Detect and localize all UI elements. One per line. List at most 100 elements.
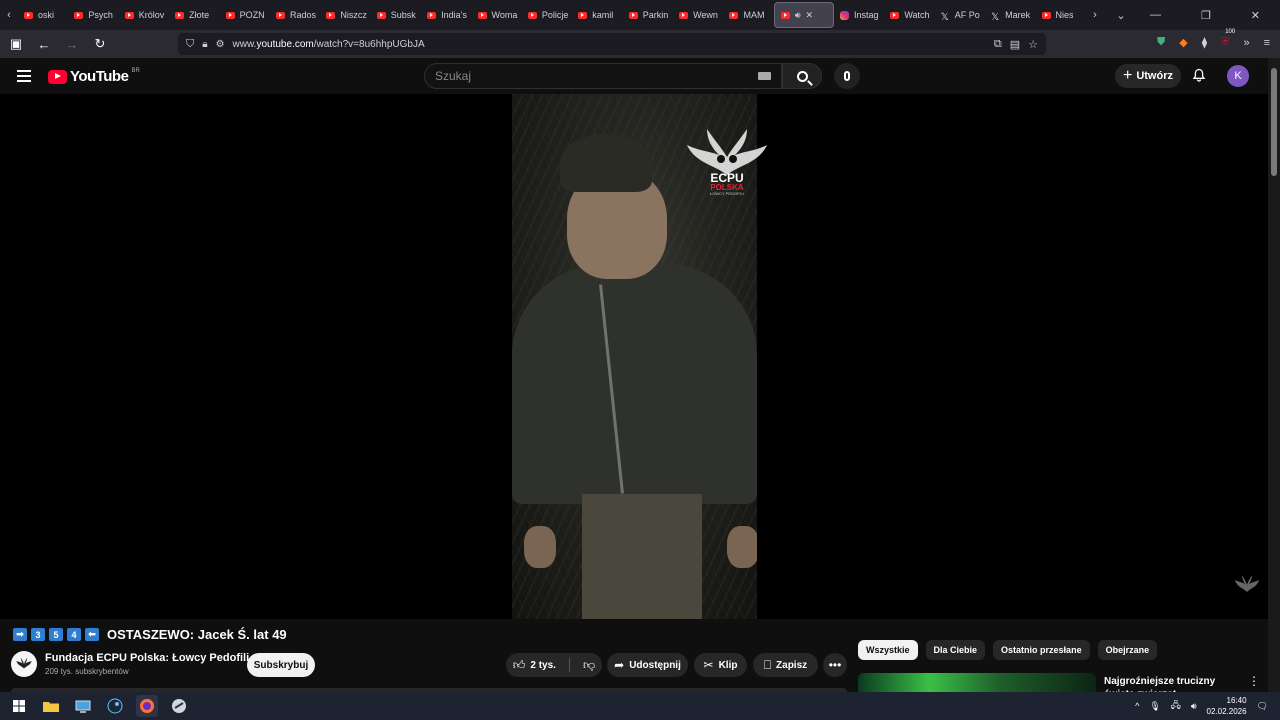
voice-search-button[interactable] [834,63,860,89]
reader-view-icon[interactable]: ▤ [1010,38,1020,51]
like-count[interactable]: 2 tys. [530,660,556,671]
channel-watermark-icon[interactable] [1234,574,1260,596]
browser-tab[interactable]: Złote [169,2,219,28]
subscriber-count: 209 tys. subskrybentów [45,667,129,676]
tracking-shield-icon[interactable]: ⛉ [186,38,194,51]
network-icon[interactable]: 🖧︎ [1171,698,1181,714]
browser-tab[interactable]: 𝕏 Marek [985,2,1035,28]
account-avatar[interactable]: K [1227,65,1249,87]
volume-icon[interactable]: 🔊︎ [1191,701,1197,712]
browser-tab[interactable]: 🔊︎ ✕ [773,2,834,28]
tab-list-dropdown-icon[interactable]: ⌄ [1112,0,1130,30]
extension-badge: 100 [1225,29,1236,35]
youtube-logo[interactable]: YouTube BR [48,68,140,85]
speaker-icon[interactable]: 🔊︎ [795,10,801,21]
scrollbar-thumb[interactable] [1271,68,1277,176]
notifications-bell-icon[interactable] [1192,68,1206,82]
browser-tab[interactable]: kamil [572,2,622,28]
browser-tab[interactable]: MAM [723,2,773,28]
chip-recently-uploaded[interactable]: Ostatnio przesłane [993,640,1090,660]
browser-tab[interactable]: India's [421,2,471,28]
page-scrollbar[interactable] [1268,58,1280,692]
notifications-icon[interactable]: 🗨︎ [1257,701,1268,712]
tabs-scroll-right-icon[interactable]: › [1086,0,1104,30]
youtube-icon [24,11,33,19]
url-text[interactable]: www.youtube.com/watch?v=8u6hhpUGbJA [233,39,425,50]
address-bar[interactable]: ⛉ 🔒︎ ⚙ www.youtube.com/watch?v=8u6hhpUGb… [178,33,1046,55]
chip-for-you[interactable]: Dla Ciebie [925,640,986,660]
create-button[interactable]: + Utwórz [1115,64,1181,88]
browser-tab[interactable]: Watch [884,2,934,28]
chip-all[interactable]: Wszystkie [858,640,918,660]
person-right-hand [727,526,757,568]
browser-tab[interactable]: Instag [834,2,884,28]
chip-watched[interactable]: Obejrzane [1097,640,1158,660]
back-icon[interactable]: ← [36,36,52,52]
recommendation-thumbnail[interactable] [858,673,1096,692]
permissions-icon[interactable]: ⚙ [216,39,225,50]
file-explorer-icon[interactable] [40,695,62,717]
browser-tab[interactable]: Niszcz [320,2,370,28]
picture-in-picture-icon[interactable]: ⧉ [994,38,1002,51]
computer-icon[interactable] [72,695,94,717]
recommendation-filter-chips: Wszystkie Dla Ciebie Ostatnio przesłane … [858,640,1158,660]
app-icon[interactable] [168,695,190,717]
bookmark-star-icon[interactable]: ☆ [1028,38,1038,51]
steam-icon[interactable] [104,695,126,717]
lock-icon[interactable]: 🔒︎ [202,39,207,50]
clock[interactable]: 16:40 02.02.2026 [1207,695,1247,717]
keyboard-icon[interactable] [758,72,771,80]
video-title-row: ➡ 3 5 4 ⬅ OSTASZEWO: Jacek Ś. lat 49 [13,627,287,642]
subscribe-button[interactable]: Subskrybuj [247,653,315,677]
browser-tab[interactable]: oski [18,2,68,28]
overflow-menu-icon[interactable]: » [1243,37,1249,49]
like-icon[interactable]: 👍︎ [513,658,526,673]
app-menu-icon[interactable]: ≡ [1264,37,1270,49]
fox-extension-icon[interactable]: ◆ [1179,36,1187,49]
browser-tab[interactable]: Wewn [673,2,723,28]
browser-tab[interactable]: POZN [220,2,270,28]
vpn-extension-icon[interactable]: ⛊ [1157,36,1165,49]
channel-name[interactable]: Fundacja ECPU Polska: Łowcy Pedofili [45,652,249,664]
clip-button[interactable]: ✂ Klip [694,653,747,677]
browser-tab[interactable]: Parkin [623,2,673,28]
browser-tab[interactable]: Psych [68,2,118,28]
reload-icon[interactable]: ↻ [92,36,108,52]
browser-tab-strip: ‹ oski Psych Królov Złote POZN Rados Niszcz Sub… [0,0,1280,30]
browser-tab[interactable]: Policje [522,2,572,28]
create-label: Utwórz [1136,70,1173,82]
share-button[interactable]: ➦ Udostępnij [607,653,688,677]
browser-tab[interactable]: Nies [1036,2,1086,28]
recommendation-menu-icon[interactable]: ⋮ [1248,674,1260,688]
recommendation-title[interactable]: Najgroźniejsze trucizny świata zwierząt [1104,675,1244,692]
tab-label: Złote [189,10,210,20]
search-input[interactable]: Szukaj [424,63,782,89]
channel-logo-icon [16,657,32,669]
browser-tab[interactable]: 𝕏 AF Po [935,2,985,28]
forward-icon[interactable]: → [64,36,80,52]
close-window-icon[interactable]: ✕ [1251,9,1260,22]
close-tab-icon[interactable]: ✕ [806,10,814,21]
browser-tab[interactable]: Woma [472,2,522,28]
firefox-icon[interactable] [136,695,158,717]
search-button[interactable] [782,63,822,89]
more-actions-icon[interactable]: ••• [823,653,847,677]
tray-overflow-icon[interactable]: ^ [1135,701,1139,711]
video-player[interactable]: ECPU POLSKA ŁOWCY PEDOFILI [0,94,1268,619]
tab-label: Marek [1005,10,1031,20]
restore-icon[interactable]: ❐ [1201,9,1211,22]
save-button[interactable]: ⎕ Zapisz [753,653,818,677]
windows-start-icon[interactable] [8,695,30,717]
browser-tab[interactable]: Królov [119,2,169,28]
microphone-tray-icon[interactable]: 🎙︎ [1149,701,1160,712]
ublock-extension-icon[interactable]: ⛨ 100 [1221,29,1235,49]
tabs-scroll-left-icon[interactable]: ‹ [0,0,18,30]
browser-tab[interactable]: Rados [270,2,320,28]
sidebar-toggle-icon[interactable]: ▣ [8,36,24,52]
extensions-puzzle-icon[interactable]: ⧫ [1202,36,1207,49]
dislike-icon[interactable]: 👎︎ [583,658,595,673]
channel-avatar[interactable] [11,651,37,677]
browser-tab[interactable]: Subsk [371,2,421,28]
hamburger-menu-icon[interactable] [17,70,31,82]
minimize-icon[interactable]: — [1150,9,1161,22]
